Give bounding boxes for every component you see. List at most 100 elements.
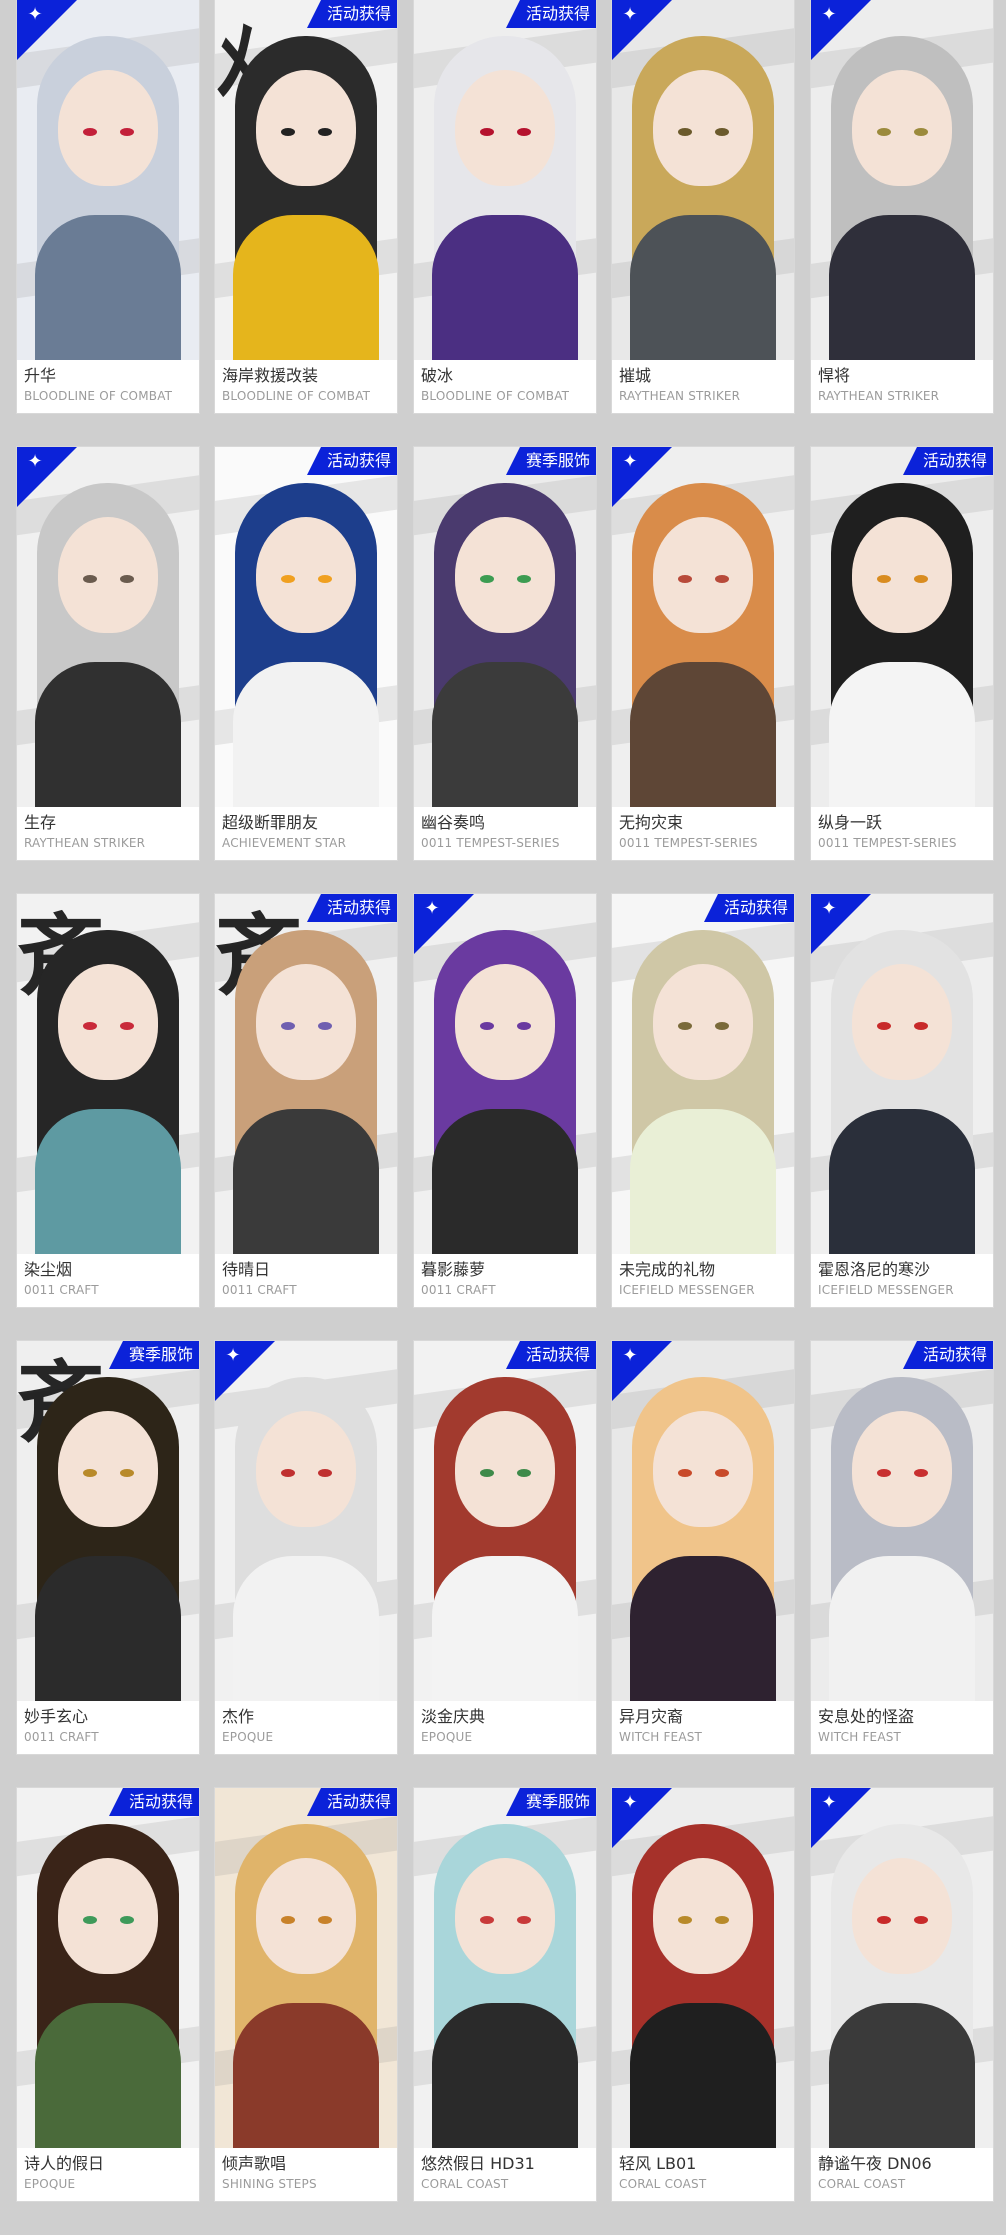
skin-card[interactable]: ﾒ 活动获得 海岸救援改装 BLOODLINE OF COMBAT: [215, 0, 397, 413]
skin-card[interactable]: ✦ 暮影藤萝 0011 CRAFT: [414, 894, 596, 1307]
skin-card[interactable]: 斉 赛季服饰妙手玄心 0011 CRAFT: [17, 1341, 199, 1754]
acquisition-badge: 活动获得: [505, 1341, 596, 1369]
skin-row: 斉 赛季服饰妙手玄心 0011 CRAFT ✦ 杰作 EPOQUE 活动获得: [17, 1341, 993, 1788]
skin-series: 0011 CRAFT: [222, 1283, 297, 1297]
skin-name: 悍将: [818, 366, 851, 385]
skin-artwork: [17, 0, 199, 360]
skin-artwork: [215, 447, 397, 807]
skin-artwork: [17, 1788, 199, 2148]
skin-card[interactable]: ✦ 悍将 RAYTHEAN STRIKER: [811, 0, 993, 413]
acquisition-badge: 活动获得: [902, 447, 993, 475]
skin-grid: ✦ 升华 BLOODLINE OF COMBAT ﾒ 活动获得 海岸救援改装 BLOOD…: [17, 0, 993, 2235]
skin-card[interactable]: 斉 活动获得待晴日 0011 CRAFT: [215, 894, 397, 1307]
skin-series: WITCH FEAST: [619, 1730, 703, 1744]
skin-artwork: [811, 447, 993, 807]
skin-name: 纵身一跃: [818, 813, 883, 832]
skin-artwork: 斉: [215, 894, 397, 1254]
skin-series: RAYTHEAN STRIKER: [619, 389, 741, 403]
skin-series: 0011 CRAFT: [24, 1283, 99, 1297]
skin-card[interactable]: 活动获得未完成的礼物 ICEFIELD MESSENGER: [612, 894, 794, 1307]
skin-artwork: [612, 0, 794, 360]
skin-card[interactable]: ✦ 无拘灾束 0011 TEMPEST-SERIES: [612, 447, 794, 860]
skin-row: ✦ 升华 BLOODLINE OF COMBAT ﾒ 活动获得 海岸救援改装 BLOOD…: [17, 0, 993, 447]
acquisition-badge: 赛季服饰: [505, 447, 596, 475]
skin-name: 超级断罪朋友: [222, 813, 319, 832]
cart-icon: ✦: [821, 1792, 837, 1813]
skin-name: 安息处的怪盗: [818, 1707, 915, 1726]
skin-series: ICEFIELD MESSENGER: [619, 1283, 755, 1297]
skin-card[interactable]: ✦ 异月灾裔 WITCH FEAST: [612, 1341, 794, 1754]
cart-icon: ✦: [225, 1345, 241, 1366]
skin-series: SHINING STEPS: [222, 2177, 317, 2191]
skin-card[interactable]: ✦ 杰作 EPOQUE: [215, 1341, 397, 1754]
cart-icon: ✦: [424, 898, 440, 919]
skin-card[interactable]: 斉 染尘烟 0011 CRAFT: [17, 894, 199, 1307]
skin-name: 悠然假日 HD31: [421, 2154, 535, 2173]
skin-name: 淡金庆典: [421, 1707, 486, 1726]
skin-series: 0011 TEMPEST-SERIES: [421, 836, 560, 850]
skin-card[interactable]: ✦ 生存 RAYTHEAN STRIKER: [17, 447, 199, 860]
skin-card[interactable]: ✦ 静谧午夜 DN06 CORAL COAST: [811, 1788, 993, 2201]
cart-icon: ✦: [821, 4, 837, 25]
skin-artwork: ﾒ: [215, 0, 397, 360]
skin-artwork: [414, 1788, 596, 2148]
skin-card[interactable]: ✦ 升华 BLOODLINE OF COMBAT: [17, 0, 199, 413]
skin-artwork: [612, 894, 794, 1254]
skin-series: WITCH FEAST: [818, 1730, 902, 1744]
skin-card[interactable]: ✦ 摧城 RAYTHEAN STRIKER: [612, 0, 794, 413]
skin-artwork: [414, 894, 596, 1254]
skin-card[interactable]: 活动获得 破冰 BLOODLINE OF COMBAT: [414, 0, 596, 413]
skin-series: CORAL COAST: [619, 2177, 707, 2191]
skin-card[interactable]: 赛季服饰 幽谷奏鸣 0011 TEMPEST-SERIES: [414, 447, 596, 860]
cart-icon: ✦: [622, 451, 638, 472]
skin-name: 诗人的假日: [24, 2154, 105, 2173]
skin-name: 破冰: [421, 366, 454, 385]
skin-series: EPOQUE: [222, 1730, 274, 1744]
skin-card[interactable]: ✦ 轻风 LB01 CORAL COAST: [612, 1788, 794, 2201]
skin-card[interactable]: 活动获得纵身一跃 0011 TEMPEST-SERIES: [811, 447, 993, 860]
skin-artwork: [414, 447, 596, 807]
skin-artwork: 斉: [17, 894, 199, 1254]
skin-series: RAYTHEAN STRIKER: [24, 836, 146, 850]
skin-series: BLOODLINE OF COMBAT: [222, 389, 371, 403]
skin-card[interactable]: 活动获得 淡金庆典 EPOQUE: [414, 1341, 596, 1754]
skin-name: 妙手玄心: [24, 1707, 89, 1726]
skin-artwork: [215, 1341, 397, 1701]
skin-name: 霍恩洛尼的寒沙: [818, 1260, 931, 1279]
cart-icon: ✦: [821, 898, 837, 919]
skin-artwork: [811, 0, 993, 360]
acquisition-badge: 活动获得: [902, 1341, 993, 1369]
skin-series: ACHIEVEMENT STAR: [222, 836, 347, 850]
skin-artwork: [811, 1788, 993, 2148]
acquisition-badge: 活动获得: [703, 894, 794, 922]
skin-series: CORAL COAST: [421, 2177, 509, 2191]
skin-row: 斉 染尘烟 0011 CRAFT 斉 活动获得待晴日 0011 CRAFT: [17, 894, 993, 1341]
skin-card[interactable]: 活动获得 超级断罪朋友 ACHIEVEMENT STAR: [215, 447, 397, 860]
skin-name: 未完成的礼物: [619, 1260, 716, 1279]
acquisition-badge: 活动获得: [505, 0, 596, 28]
skin-card[interactable]: 活动获得 诗人的假日 EPOQUE: [17, 1788, 199, 2201]
skin-name: 异月灾裔: [619, 1707, 684, 1726]
acquisition-badge: 活动获得: [306, 0, 397, 28]
skin-artwork: [414, 0, 596, 360]
skin-card[interactable]: 活动获得安息处的怪盗 WITCH FEAST: [811, 1341, 993, 1754]
skin-name: 静谧午夜 DN06: [818, 2154, 932, 2173]
acquisition-badge: 赛季服饰: [505, 1788, 596, 1816]
skin-artwork: [612, 1788, 794, 2148]
skin-card[interactable]: 活动获得 倾声歌唱 SHINING STEPS: [215, 1788, 397, 2201]
skin-artwork: [414, 1341, 596, 1701]
skin-name: 倾声歌唱: [222, 2154, 287, 2173]
skin-name: 染尘烟: [24, 1260, 73, 1279]
skin-name: 暮影藤萝: [421, 1260, 486, 1279]
skin-card[interactable]: 赛季服饰悠然假日 HD31 CORAL COAST: [414, 1788, 596, 2201]
skin-card[interactable]: ✦ 霍恩洛尼的寒沙 ICEFIELD MESSENGER: [811, 894, 993, 1307]
acquisition-badge: 赛季服饰: [108, 1341, 199, 1369]
skin-name: 杰作: [222, 1707, 255, 1726]
skin-series: 0011 TEMPEST-SERIES: [619, 836, 758, 850]
skin-name: 待晴日: [222, 1260, 271, 1279]
skin-name: 无拘灾束: [619, 813, 684, 832]
skin-row: 活动获得 诗人的假日 EPOQUE 活动获得 倾声歌唱 SHINING STEPS 赛季…: [17, 1788, 993, 2235]
skin-artwork: [17, 447, 199, 807]
skin-row: ✦ 生存 RAYTHEAN STRIKER 活动获得超级断罪朋友 ACHIEVEMEN…: [17, 447, 993, 894]
skin-series: 0011 TEMPEST-SERIES: [818, 836, 957, 850]
